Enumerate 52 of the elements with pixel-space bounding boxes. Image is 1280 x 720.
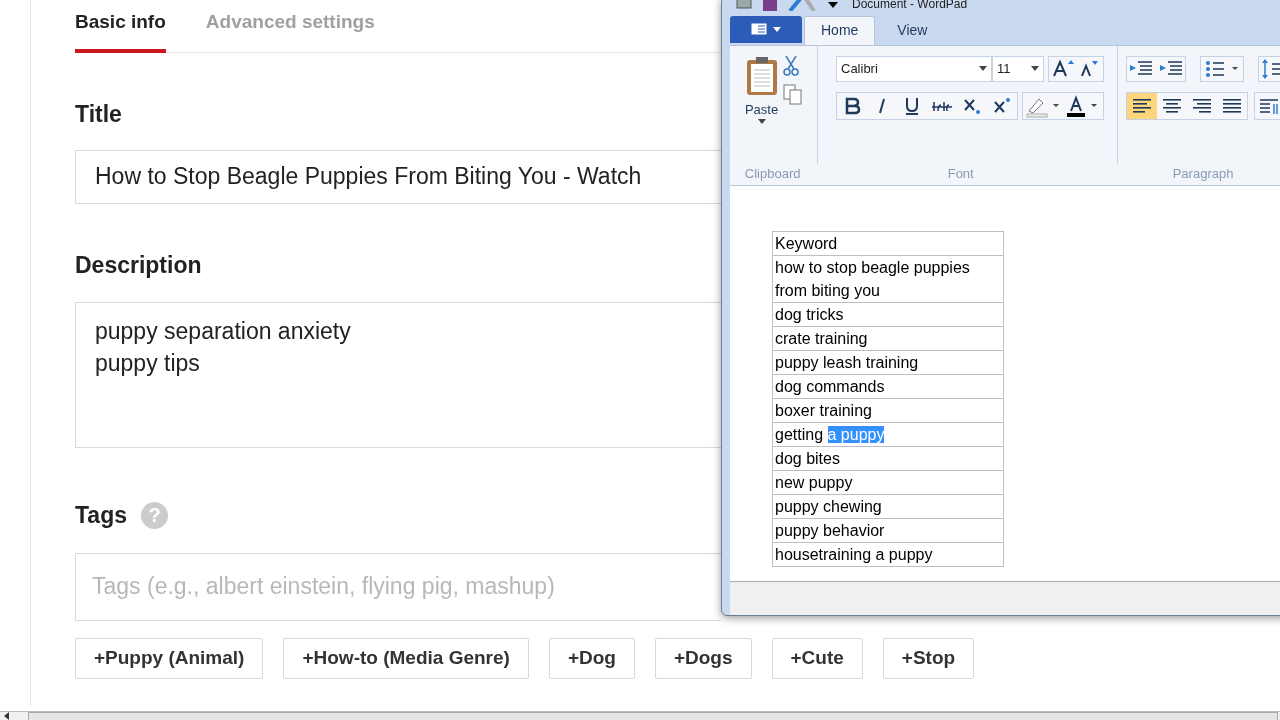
suggested-tag-button[interactable]: +Stop: [882, 637, 975, 679]
document-icon: [751, 23, 767, 36]
group-label: Clipboard: [744, 164, 801, 183]
title-input[interactable]: How to Stop Beagle Puppies From Biting You - Watch: [75, 149, 721, 204]
font-size-dropdown[interactable]: 11: [992, 55, 1044, 82]
table-cell: Keyword: [772, 231, 1004, 256]
file-menu-button[interactable]: [730, 15, 802, 43]
table-cell: new puppy: [772, 470, 1004, 495]
caret-icon: [1031, 66, 1039, 72]
paragraph-icon[interactable]: [1254, 91, 1280, 120]
suggested-tag-button[interactable]: +How-to (Media Genre): [283, 637, 529, 679]
grow-font-icon[interactable]: [1048, 55, 1104, 82]
table-cell: puppy behavior: [772, 518, 1004, 543]
caret-icon: [757, 119, 766, 125]
suggested-tag-button[interactable]: +Puppy (Animal): [75, 637, 264, 679]
scroll-left-icon[interactable]: [4, 712, 10, 720]
table-cell: dog bites: [772, 446, 1004, 471]
paste-button[interactable]: Paste: [744, 55, 779, 125]
description-label: Description: [75, 250, 202, 280]
clipboard-icon: [744, 55, 779, 96]
align-left-icon[interactable]: [1127, 92, 1157, 119]
caret-icon: [979, 66, 987, 72]
tags-field[interactable]: Tags (e.g., albert einstein, flying pig, mashup): [75, 552, 721, 621]
bullet-list-icon[interactable]: [1200, 55, 1244, 82]
font-name-dropdown[interactable]: Calibri: [836, 55, 992, 82]
ribbon-tab[interactable]: View: [875, 15, 950, 45]
group-label: Paragraph: [1172, 164, 1234, 183]
table-cell: dog commands: [772, 374, 1004, 399]
suggested-tag-button[interactable]: +Dog: [548, 637, 635, 679]
group-label: Font: [947, 164, 974, 183]
indent-icon[interactable]: [1126, 55, 1186, 82]
table-cell: boxer training: [772, 398, 1004, 423]
copy-icon[interactable]: [782, 83, 803, 106]
caret-icon: [773, 26, 781, 32]
table-cell: puppy leash training: [772, 350, 1004, 375]
table-cell: puppy chewing: [772, 494, 1004, 519]
ribbon-tab[interactable]: Home: [804, 15, 876, 45]
selected-text: a puppy: [827, 425, 885, 443]
table-cell: dog tricks: [772, 302, 1004, 327]
table-cell: housetraining a puppy: [772, 542, 1004, 567]
table-cell: crate training: [772, 326, 1004, 351]
suggested-tag-button[interactable]: +Dogs: [654, 637, 752, 679]
dropdown-icon[interactable]: [828, 0, 838, 8]
tags-label: Tags: [75, 501, 127, 530]
title-label: Title: [75, 100, 122, 129]
description-field[interactable]: puppy separation anxiety puppy tips: [75, 302, 721, 448]
cut-icon[interactable]: [782, 55, 799, 76]
tab[interactable]: Basic info: [75, 0, 166, 53]
window-title: Document - WordPad: [852, 0, 968, 10]
table-cell: getting a puppy: [772, 422, 1004, 447]
suggested-tag-button[interactable]: +Cute: [771, 637, 863, 679]
save-icon[interactable]: [762, 0, 778, 11]
